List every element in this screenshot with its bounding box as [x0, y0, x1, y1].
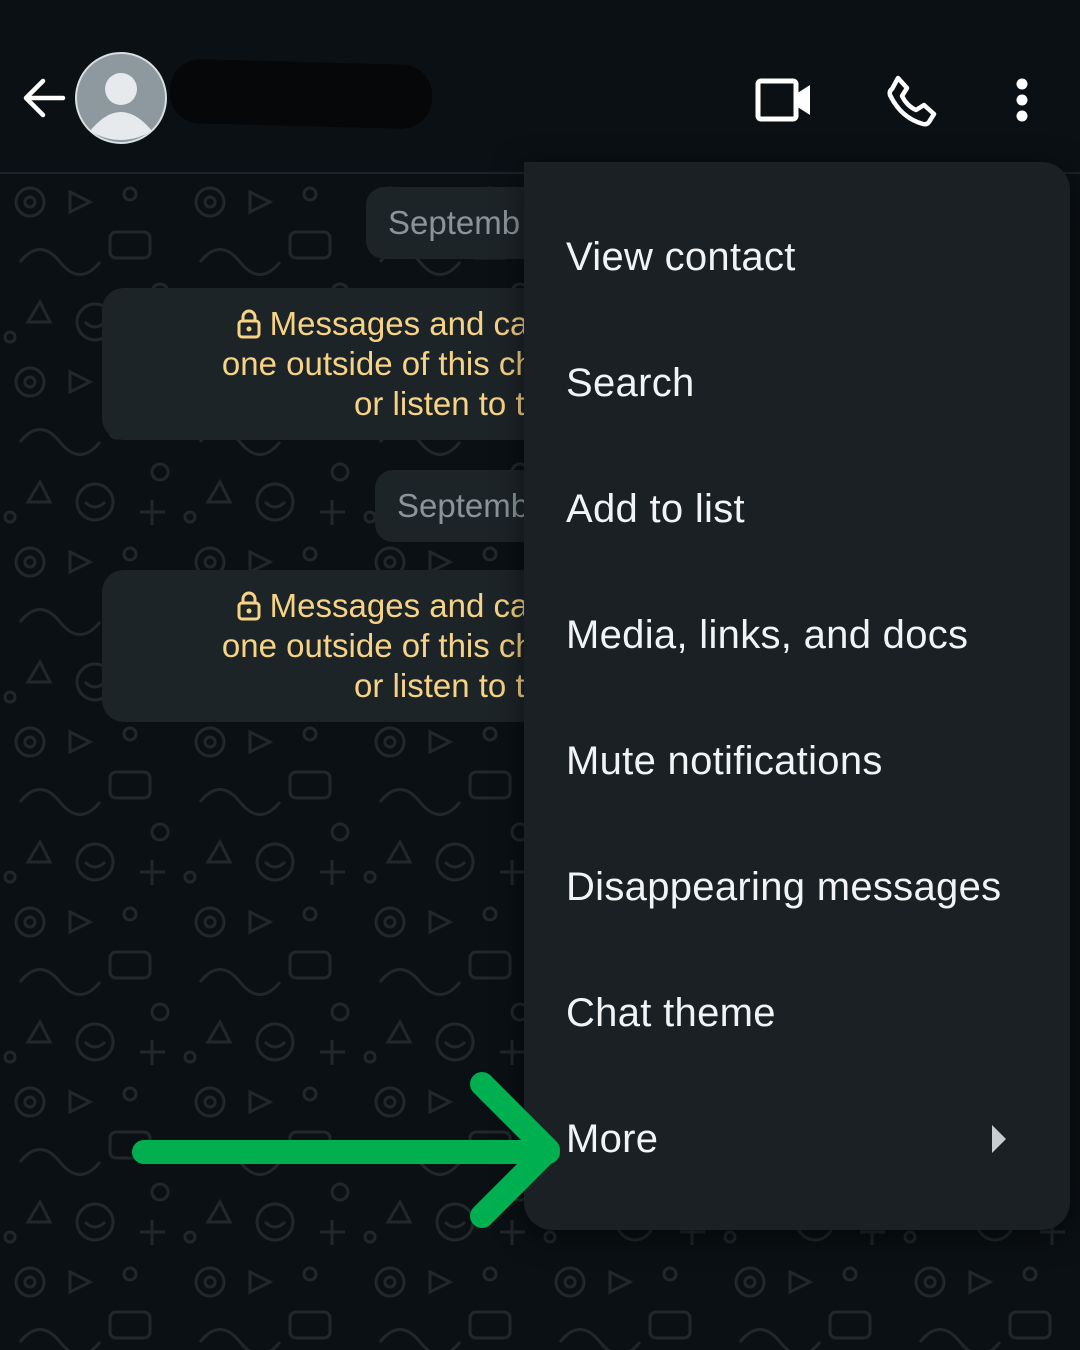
arrow-left-icon — [23, 78, 66, 118]
menu-item-more[interactable]: More — [524, 1076, 1070, 1202]
menu-item-disappearing-messages[interactable]: Disappearing messages — [524, 824, 1070, 950]
contact-name-redacted[interactable] — [169, 58, 433, 130]
more-options-button[interactable] — [1000, 72, 1044, 128]
vertical-dots-icon — [1016, 78, 1028, 122]
chat-header — [0, 0, 1080, 174]
menu-item-view-contact[interactable]: View contact — [524, 194, 1070, 320]
video-call-button[interactable] — [750, 70, 820, 130]
lock-icon — [237, 309, 261, 339]
video-camera-icon — [755, 78, 810, 122]
submenu-arrow-icon — [992, 1125, 1006, 1153]
menu-item-more-label: More — [566, 1117, 659, 1161]
voice-call-button[interactable] — [880, 68, 944, 132]
default-avatar-icon — [75, 52, 167, 144]
phone-icon — [887, 75, 937, 127]
menu-item-chat-theme[interactable]: Chat theme — [524, 950, 1070, 1076]
contact-avatar[interactable] — [74, 51, 168, 145]
menu-item-mute-notifications[interactable]: Mute notifications — [524, 698, 1070, 824]
back-button[interactable] — [16, 70, 72, 126]
lock-icon — [237, 591, 261, 621]
overflow-menu: View contact Search Add to list Media, l… — [524, 162, 1070, 1230]
menu-item-media-links-docs[interactable]: Media, links, and docs — [524, 572, 1070, 698]
menu-item-search[interactable]: Search — [524, 320, 1070, 446]
menu-item-add-to-list[interactable]: Add to list — [524, 446, 1070, 572]
